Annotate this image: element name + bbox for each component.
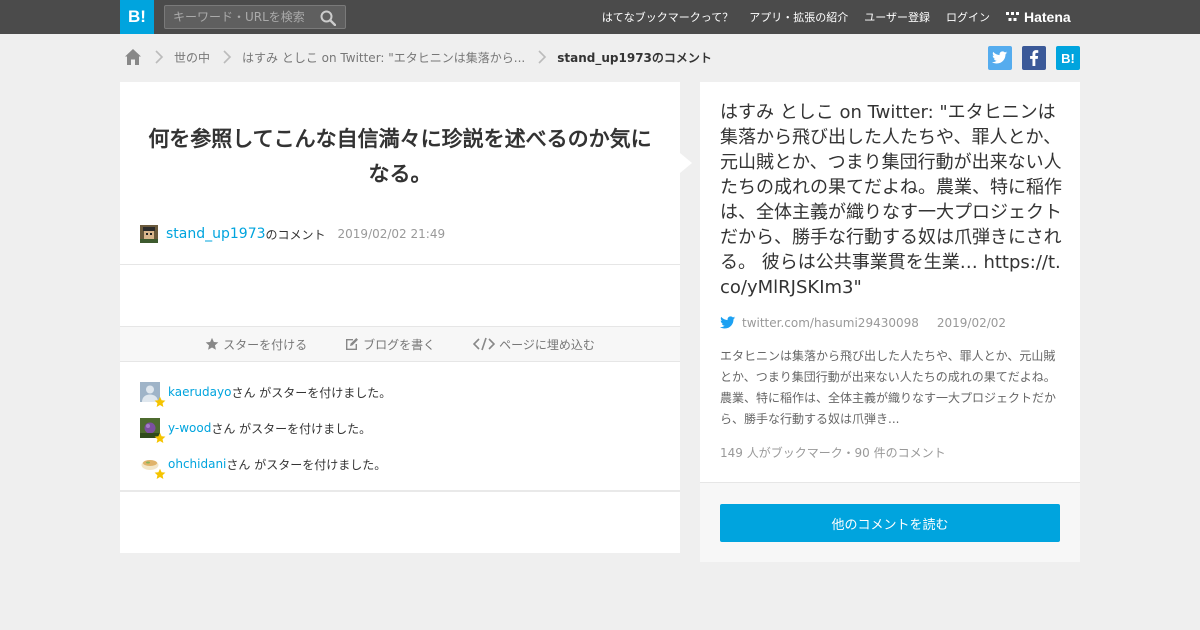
search-box xyxy=(164,5,346,29)
star-list-item: ohchidani さん がスターを付けました。 xyxy=(140,454,391,479)
star-text: さん がスターを付けました。 xyxy=(211,421,372,436)
breadcrumb-entry-link[interactable]: はすみ としこ on Twitter: "エタヒニンは集落から... xyxy=(242,49,525,66)
star-list: kaerudayo さん がスターを付けました。 y-wood さん がスターを… xyxy=(140,382,391,490)
entry-card: はすみ としこ on Twitter: "エタヒニンは集落から飛び出した人たちや… xyxy=(700,82,1080,482)
entry-title-link[interactable]: はすみ としこ on Twitter: "エタヒニンは集落から飛び出した人たちや… xyxy=(720,100,1062,300)
star-user-link[interactable]: y-wood xyxy=(168,421,211,435)
write-blog-label: ブログを書く xyxy=(363,337,436,352)
add-star-button[interactable]: スターを付ける xyxy=(205,336,307,353)
breadcrumb: 世の中 はすみ としこ on Twitter: "エタヒニンは集落から... s… xyxy=(124,46,712,68)
code-icon xyxy=(473,337,496,351)
comment-meta: stand_up1973 のコメント 2019/02/02 21:49 xyxy=(140,225,445,243)
top-nav: はてなブックマークって？ アプリ・拡張の紹介 ユーザー登録 ログイン xyxy=(602,0,990,34)
star-badge-icon xyxy=(154,468,166,479)
star-text: さん がスターを付けました。 xyxy=(226,457,387,472)
star-text: さん がスターを付けました。 xyxy=(231,385,392,400)
breadcrumb-category-link[interactable]: 世の中 xyxy=(174,49,210,66)
star-user-avatar[interactable] xyxy=(140,454,166,479)
hatena-dots-icon xyxy=(1006,12,1019,21)
twitter-bird-icon xyxy=(992,51,1008,64)
star-user-link[interactable]: kaerudayo xyxy=(168,385,231,399)
chevron-right-icon xyxy=(155,50,164,64)
star-icon xyxy=(205,337,219,350)
divider xyxy=(120,490,680,492)
hatena-brand-text: Hatena xyxy=(1024,9,1071,25)
facebook-icon xyxy=(1030,50,1039,66)
divider xyxy=(120,264,680,265)
nav-login-link[interactable]: ログイン xyxy=(946,9,990,25)
write-blog-button[interactable]: ブログを書く xyxy=(345,336,435,353)
card-pointer-arrow xyxy=(680,153,692,173)
read-other-comments-button[interactable]: 他のコメントを読む xyxy=(720,504,1060,542)
comment-text: 何を参照してこんな自信満々に珍説を述べるのか気になる。 xyxy=(148,127,652,186)
breadcrumb-current: stand_up1973のコメント xyxy=(557,50,712,65)
comment-date: 2019/02/02 21:49 xyxy=(337,227,446,241)
entry-source-link[interactable]: twitter.com/hasumi29430098 xyxy=(742,316,919,330)
chevron-right-icon xyxy=(538,50,547,64)
top-bar: B! はてなブックマークって？ アプリ・拡張の紹介 ユーザー登録 ログイン Ha… xyxy=(0,0,1200,34)
user-avatar[interactable] xyxy=(140,225,158,243)
share-hatena-button[interactable]: B! xyxy=(1056,46,1080,70)
entry-source: twitter.com/hasumi29430098 2019/02/02 xyxy=(720,316,1006,330)
comment-user-link[interactable]: stand_up1973 xyxy=(166,226,266,242)
edit-icon xyxy=(346,338,359,350)
star-badge-icon xyxy=(154,432,166,443)
share-twitter-button[interactable] xyxy=(988,46,1012,70)
star-user-link[interactable]: ohchidani xyxy=(168,457,226,471)
entry-card-footer: 他のコメントを読む xyxy=(700,482,1080,562)
star-badge-icon xyxy=(154,396,166,407)
nav-apps-link[interactable]: アプリ・拡張の紹介 xyxy=(749,9,848,25)
hatena-brand-link[interactable]: Hatena xyxy=(1006,8,1071,26)
twitter-bird-icon xyxy=(720,316,736,329)
comment-card: 何を参照してこんな自信満々に珍説を述べるのか気になる。 stand_up1973… xyxy=(120,82,680,553)
home-icon[interactable] xyxy=(124,48,142,66)
chevron-right-icon xyxy=(223,50,232,64)
comment-user-suffix: のコメント xyxy=(265,227,326,242)
share-facebook-button[interactable] xyxy=(1022,46,1046,70)
search-input[interactable] xyxy=(165,6,315,28)
star-user-avatar[interactable] xyxy=(140,418,166,443)
nav-register-link[interactable]: ユーザー登録 xyxy=(864,9,930,25)
embed-page-button[interactable]: ページに埋め込む xyxy=(473,336,595,353)
entry-date: 2019/02/02 xyxy=(936,316,1007,330)
entry-summary: エタヒニンは集落から飛び出した人たちや、罪人とか、元山賊とか、つまり集団行動が出… xyxy=(720,349,1057,426)
hatena-bookmark-logo[interactable]: B! xyxy=(120,0,154,34)
add-star-label: スターを付ける xyxy=(223,337,308,352)
search-icon[interactable] xyxy=(320,10,336,26)
entry-bookmark-count: 149 人がブックマーク・90 件のコメント xyxy=(720,446,946,460)
embed-page-label: ページに埋め込む xyxy=(499,337,595,352)
nav-about-link[interactable]: はてなブックマークって？ xyxy=(602,9,733,25)
star-list-item: kaerudayo さん がスターを付けました。 xyxy=(140,382,392,407)
star-list-item: y-wood さん がスターを付けました。 xyxy=(140,418,391,443)
comment-actions: スターを付ける ブログを書く ページに埋め込む xyxy=(120,326,680,362)
star-user-avatar[interactable] xyxy=(140,382,166,407)
